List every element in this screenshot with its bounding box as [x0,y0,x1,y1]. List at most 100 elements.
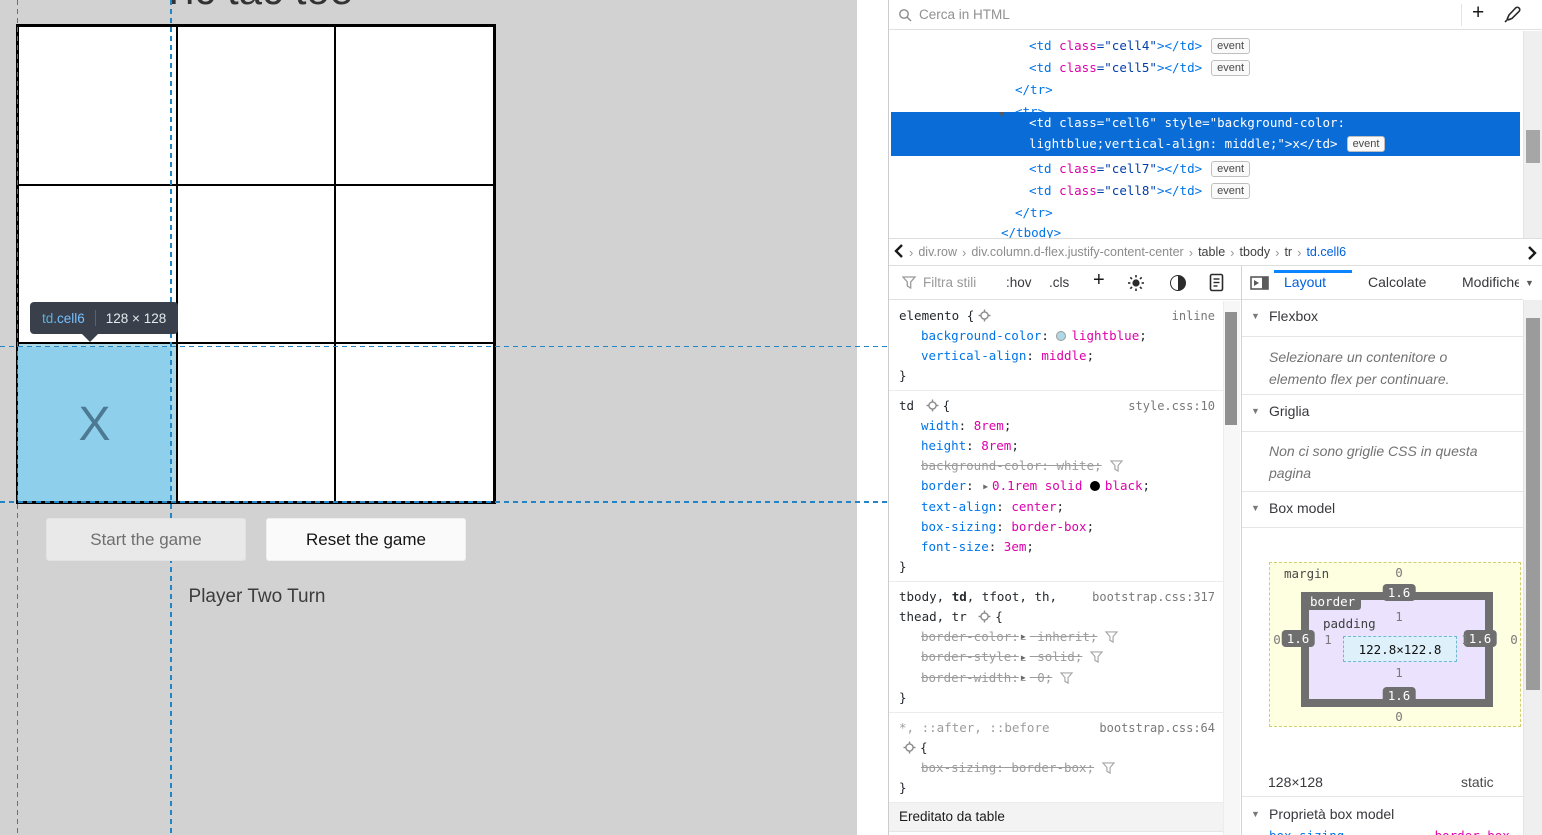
margin-top-value[interactable]: 0 [1395,565,1403,580]
css-declaration[interactable]: border-color:▶ inherit; [899,627,1215,648]
css-declaration[interactable]: height: 8rem; [899,436,1215,456]
highlight-selector-target-icon[interactable] [899,740,920,755]
markup-line[interactable]: <td class="cell7"></td>event [1029,160,1250,178]
board-cell[interactable] [177,185,336,344]
tab-layout[interactable]: Layout [1284,274,1326,290]
event-badge[interactable]: event [1211,60,1250,76]
highlight-selector-target-icon[interactable] [922,398,943,413]
css-declaration[interactable]: background-color: lightblue; [899,326,1215,346]
reset-game-button[interactable]: Reset the game [266,518,466,561]
event-badge[interactable]: event [1211,161,1250,177]
tab-modifiche[interactable]: Modifiche [1462,274,1519,290]
new-rule-button[interactable]: + [1093,269,1105,292]
padding-bottom-value[interactable]: 1 [1395,665,1403,680]
css-declaration[interactable]: border-style:▶ solid; [899,647,1215,668]
padding-right-value[interactable]: 1 [1461,632,1469,647]
browser-viewport: Tic tac toe x td.cell6 128 × 128 Start t… [0,0,888,835]
breadcrumb-item[interactable]: table [1198,245,1225,259]
border-bottom-value[interactable]: 1.6 [1383,687,1416,704]
box-model-content-region[interactable]: 122.8×122.8 [1343,636,1457,662]
print-simulation-icon[interactable] [1209,273,1224,292]
markup-line[interactable]: </tbody> [1001,224,1061,238]
box-model-section-header[interactable]: ▼ Box model [1242,492,1523,528]
eyedropper-icon[interactable] [1503,6,1521,24]
breadcrumb-separator-icon: › [909,245,913,260]
stylesheet-source-link[interactable]: bootstrap.css:317 [1092,587,1215,607]
infobar-arrow [82,334,98,342]
stylesheet-source-link[interactable]: bootstrap.css:64 [1099,718,1215,738]
grid-section-header[interactable]: ▼ Griglia [1242,395,1523,432]
light-theme-icon[interactable] [1127,274,1145,292]
add-node-button[interactable]: + [1472,1,1484,25]
margin-right-value[interactable]: 0 [1510,632,1518,647]
overridden-filter-icon[interactable] [1094,760,1115,775]
highlight-selector-target-icon[interactable] [974,609,995,624]
margin-bottom-value[interactable]: 0 [1395,709,1403,724]
css-declaration[interactable]: background-color: white; [899,456,1215,476]
board-cell[interactable] [177,26,336,185]
markup-line[interactable]: <td class="cell6" style="background-colo… [1029,114,1345,132]
breadcrumb-item[interactable]: tr [1284,245,1292,259]
css-declaration[interactable]: box-sizing: border-box; [899,758,1215,778]
markup-line[interactable]: </tr> [1015,81,1053,99]
tab-calcolate[interactable]: Calcolate [1368,274,1426,290]
markup-search-bar[interactable]: Cerca in HTML + [889,0,1542,30]
css-declaration[interactable]: font-size: 3em; [899,537,1215,557]
markup-line[interactable]: <td class="cell4"></td>event [1029,37,1250,55]
markup-line[interactable]: <td class="cell8"></td>event [1029,182,1250,200]
stylesheet-source-link[interactable]: inline [1172,306,1215,326]
stylesheet-source-link[interactable]: style.css:10 [1128,396,1215,416]
markup-line[interactable]: </tr> [1015,204,1053,222]
padding-top-value[interactable]: 1 [1395,609,1403,624]
search-placeholder: Cerca in HTML [919,7,1010,22]
event-badge[interactable]: event [1347,136,1386,152]
css-declaration[interactable]: text-align: center; [899,497,1215,517]
screen: Tic tac toe x td.cell6 128 × 128 Start t… [0,0,1542,835]
board-cell[interactable] [335,343,494,502]
board-cell[interactable] [18,26,177,185]
breadcrumb-forward-button[interactable] [1527,246,1537,263]
css-declaration[interactable]: border-width:▶ 0; [899,668,1215,689]
board-cell[interactable] [335,185,494,344]
start-game-button[interactable]: Start the game [46,518,246,561]
filter-styles-placeholder[interactable]: Filtra stili [923,275,976,290]
color-swatch[interactable] [1090,481,1100,491]
board-cell[interactable] [335,26,494,185]
breadcrumb-item[interactable]: div.column.d-flex.justify-content-center [971,245,1183,259]
css-declaration[interactable]: vertical-align: middle; [899,346,1215,366]
expand-caret-icon[interactable]: ▼ [999,106,1004,124]
markup-line[interactable]: <td class="cell5"></td>event [1029,59,1250,77]
color-swatch[interactable] [1056,331,1066,341]
styles-scrollbar-thumb[interactable] [1225,312,1237,425]
highlight-selector-target-icon[interactable] [974,308,995,323]
breadcrumb-item[interactable]: tbody [1240,245,1271,259]
overridden-filter-icon[interactable] [1082,649,1103,664]
border-left-value[interactable]: 1.6 [1282,630,1315,647]
box-model-properties-header[interactable]: ▼ Proprietà box model [1242,796,1523,828]
breadcrumb-item[interactable]: td.cell6 [1306,245,1346,259]
overridden-filter-icon[interactable] [1052,670,1073,685]
sidebar-toggle-icon[interactable] [1250,276,1270,290]
markup-line[interactable]: lightblue;vertical-align: middle;">x</td… [1029,135,1385,153]
css-declaration[interactable]: border: ▶0.1rem solid black; [899,476,1215,497]
margin-left-value[interactable]: 0 [1273,632,1281,647]
styles-toolbar: Filtra stili :hov .cls + [889,266,1241,300]
pseudo-class-button[interactable]: :hov [1006,275,1032,290]
class-list-button[interactable]: .cls [1049,275,1069,290]
contrast-icon[interactable] [1169,274,1187,292]
event-badge[interactable]: event [1211,38,1250,54]
breadcrumb-item[interactable]: div.row [918,245,957,259]
css-declaration[interactable]: box-sizing: border-box; [899,517,1215,537]
sidebar-scrollbar-thumb[interactable] [1526,318,1540,690]
overridden-filter-icon[interactable] [1102,458,1123,473]
flexbox-section-header[interactable]: ▼ Flexbox [1242,300,1523,337]
overridden-filter-icon[interactable] [1097,629,1118,644]
breadcrumb-back-button[interactable] [894,244,904,261]
markup-scrollbar-thumb[interactable] [1526,130,1540,163]
border-top-value[interactable]: 1.6 [1383,584,1416,601]
padding-left-value[interactable]: 1 [1324,632,1332,647]
event-badge[interactable]: event [1211,183,1250,199]
board-cell[interactable] [177,343,336,502]
tab-overflow-chevron-icon[interactable]: ▼ [1525,278,1534,288]
css-declaration[interactable]: width: 8rem; [899,416,1215,436]
